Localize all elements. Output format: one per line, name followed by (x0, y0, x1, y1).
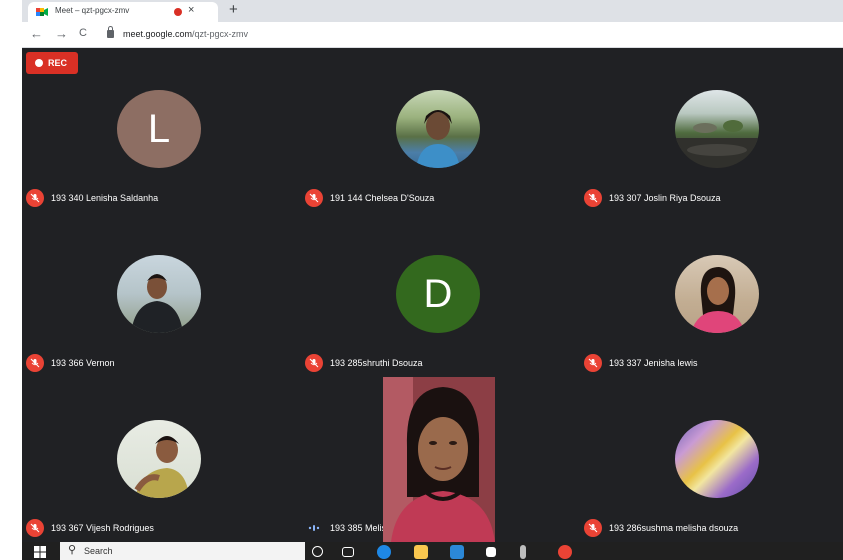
avatar: L (117, 90, 201, 168)
participant-name: 193 367 Vijesh Rodrigues (51, 523, 154, 533)
cortana-icon[interactable] (312, 546, 323, 557)
file-explorer-icon[interactable] (414, 545, 428, 559)
mic-off-icon (305, 189, 323, 207)
avatar (117, 420, 201, 498)
profile-photo (134, 436, 189, 498)
google-meet-icon (36, 8, 48, 16)
task-view-icon[interactable] (342, 547, 354, 557)
participant-tile[interactable]: 193 337 Jenisha lewis (580, 213, 843, 373)
windows-taskbar: ⚲ Search (22, 542, 843, 560)
participant-tile[interactable]: 193 366 Vernon (22, 213, 287, 373)
avatar: D (396, 255, 480, 333)
profile-photo (675, 120, 759, 168)
participant-name: 191 144 Chelsea D'Souza (330, 193, 435, 203)
browser-toolbar: ← → C meet.google.com/qzt-pgcx-zmv (22, 22, 843, 48)
audio-level-icon (305, 519, 323, 537)
participant-tile[interactable]: 193 367 Vijesh Rodrigues (22, 378, 287, 538)
store-icon[interactable] (450, 545, 464, 559)
search-placeholder: Search (84, 546, 113, 556)
participant-name: 193 366 Vernon (51, 358, 115, 368)
profile-photo (131, 274, 183, 333)
mic-off-icon (584, 519, 602, 537)
avatar (675, 255, 759, 333)
windows-start-icon[interactable] (34, 546, 46, 558)
back-button[interactable]: ← (30, 26, 43, 41)
participant-name: 193 340 Lenisha Saldanha (51, 193, 159, 203)
browser-tab-strip: Meet – qzt-pgcx-zmv × + (22, 0, 843, 22)
mic-off-icon (584, 189, 602, 207)
browser-tab-meet[interactable]: Meet – qzt-pgcx-zmv × (28, 2, 218, 22)
close-tab-button[interactable]: × (188, 4, 194, 16)
chrome-icon[interactable] (558, 545, 572, 559)
avatar-letter: L (147, 106, 171, 151)
participant-tile[interactable]: D 193 285shruthi Dsouza (301, 213, 566, 373)
participant-name: 193 286sushma melisha dsouza (609, 523, 739, 533)
edge-icon[interactable] (377, 545, 391, 559)
tab-title: Meet – qzt-pgcx-zmv (55, 6, 130, 15)
participant-name: 193 285shruthi Dsouza (330, 358, 423, 368)
reload-button[interactable]: C (79, 27, 87, 39)
video-frame (383, 377, 495, 542)
search-icon: ⚲ (68, 544, 77, 556)
participant-video[interactable] (383, 377, 495, 542)
avatar (396, 90, 480, 168)
meet-participant-grid: REC L 193 340 Lenisha Saldanha 191 144 C… (22, 48, 843, 542)
mic-off-icon (584, 354, 602, 372)
profile-photo (691, 267, 745, 333)
participant-tile[interactable]: 191 144 Chelsea D'Souza (301, 48, 566, 208)
url-domain: meet.google.com (123, 29, 193, 39)
participant-name: 193 307 Joslin Riya Dsouza (609, 193, 721, 203)
lock-icon[interactable] (107, 26, 114, 38)
mic-off-icon (305, 354, 323, 372)
avatar (675, 90, 759, 168)
address-bar[interactable]: meet.google.com/qzt-pgcx-zmv (123, 29, 248, 39)
participant-tile[interactable]: L 193 340 Lenisha Saldanha (22, 48, 287, 208)
avatar-letter: D (423, 271, 453, 316)
taskbar-search-input[interactable]: ⚲ Search (60, 542, 305, 560)
forward-button[interactable]: → (55, 26, 68, 41)
app-icon[interactable] (520, 545, 526, 559)
new-tab-button[interactable]: + (229, 1, 238, 18)
avatar (675, 420, 759, 498)
url-path: /qzt-pgcx-zmv (192, 29, 249, 39)
participant-tile[interactable]: 193 307 Joslin Riya Dsouza (580, 48, 843, 208)
app-icon[interactable] (486, 547, 496, 557)
recording-indicator-icon (174, 8, 182, 16)
mic-off-icon (26, 189, 44, 207)
mic-off-icon (26, 354, 44, 372)
mic-off-icon (26, 519, 44, 537)
avatar (117, 255, 201, 333)
participant-name: 193 337 Jenisha lewis (609, 358, 698, 368)
participant-tile[interactable]: 193 286sushma melisha dsouza (580, 378, 843, 538)
profile-photo (416, 110, 460, 168)
